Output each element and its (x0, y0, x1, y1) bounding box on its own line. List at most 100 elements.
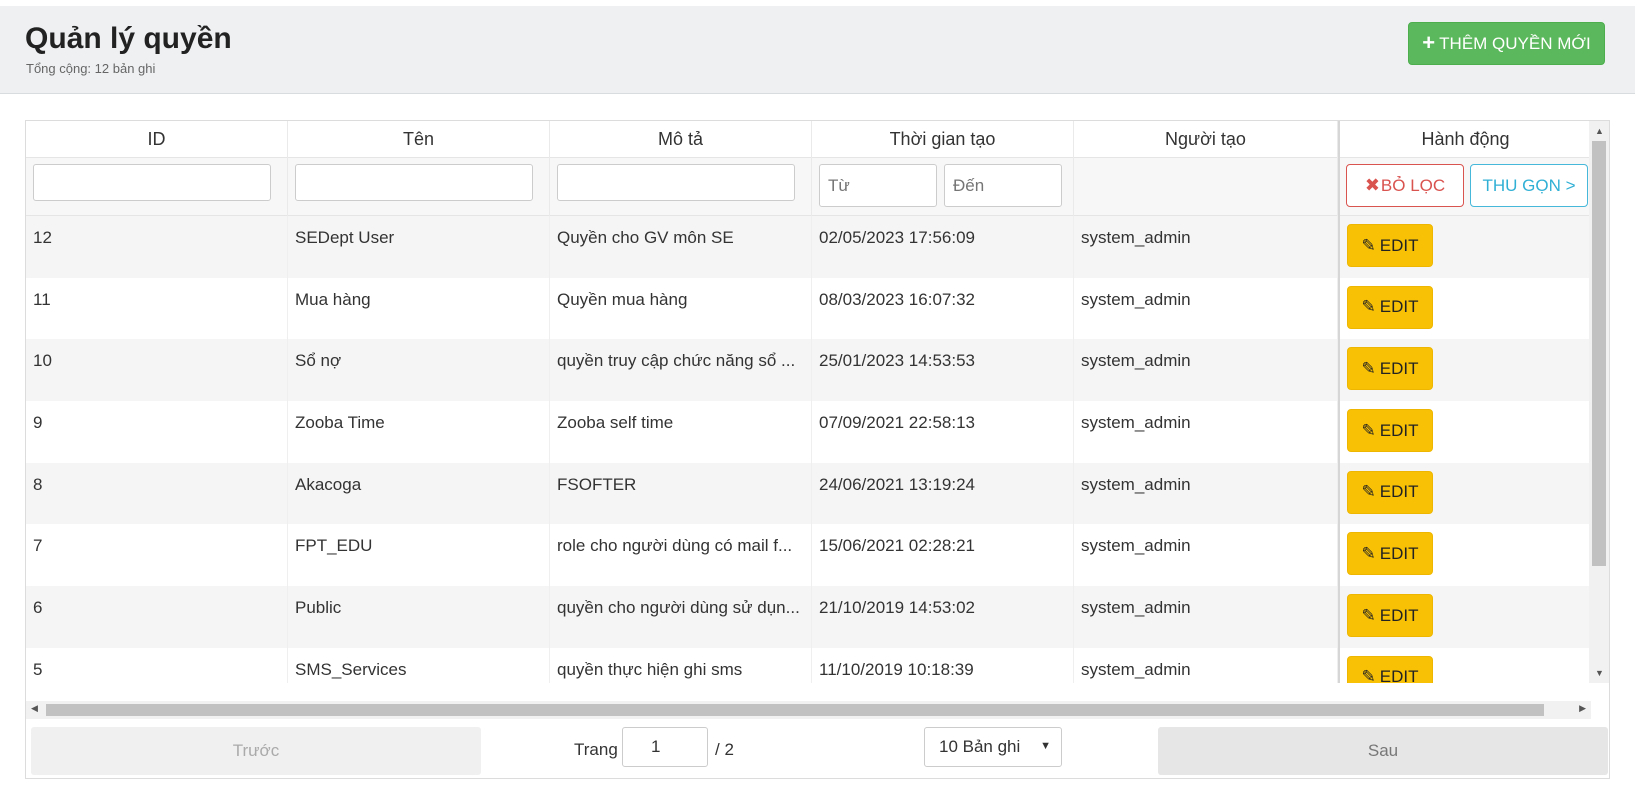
total-pages: / 2 (715, 740, 734, 759)
edit-button[interactable]: ✎ EDIT (1347, 347, 1433, 391)
edit-label: EDIT (1379, 358, 1419, 378)
cell-id: 6 (26, 586, 288, 648)
table-row: 8 Akacoga FSOFTER 24/06/2021 13:19:24 sy… (26, 462, 1591, 525)
collapse-button[interactable]: THU GỌN > (1470, 164, 1588, 207)
pencil-icon: ✎ (1361, 420, 1376, 440)
pencil-icon: ✎ (1361, 482, 1376, 502)
table-row: 9 Zooba Time Zooba self time 07/09/2021 … (26, 401, 1591, 463)
filter-name-input[interactable] (295, 164, 533, 201)
cell-created-time: 21/10/2019 14:53:02 (812, 586, 1074, 648)
edit-button[interactable]: ✎ EDIT (1347, 224, 1433, 267)
cell-description: Quyền cho GV môn SE (550, 216, 812, 278)
cell-created-time: 24/06/2021 13:19:24 (812, 462, 1074, 525)
horizontal-scrollbar[interactable]: ◀ ▶ (26, 701, 1591, 719)
cell-creator: system_admin (1074, 647, 1338, 683)
plus-icon: + (1422, 29, 1436, 55)
cell-created-time: 08/03/2023 16:07:32 (812, 277, 1074, 340)
add-permission-button[interactable]: + THÊM QUYỀN MỚI (1408, 22, 1605, 65)
edit-button[interactable]: ✎ EDIT (1347, 470, 1433, 514)
filter-row: ✖ BỎ LỌC THU GỌN > (26, 158, 1591, 216)
edit-button[interactable]: ✎ EDIT (1347, 655, 1433, 683)
pencil-icon: ✎ (1361, 297, 1376, 317)
permissions-table: ID Tên Mô tả Thời gian tạo Người tạo Hàn… (25, 120, 1610, 779)
cell-actions: ✎ EDIT (1338, 277, 1591, 340)
scroll-up-icon[interactable]: ▲ (1595, 126, 1604, 136)
cell-created-time: 02/05/2023 17:56:09 (812, 216, 1074, 278)
page-label: Trang (574, 740, 618, 759)
column-header-actions: Hành động (1338, 121, 1591, 158)
previous-page-button[interactable]: Trước (31, 727, 481, 775)
cell-actions: ✎ EDIT (1338, 647, 1591, 683)
filter-cell-time (812, 158, 1074, 216)
pencil-icon: ✎ (1361, 667, 1376, 683)
edit-label: EDIT (1379, 667, 1419, 683)
chevron-down-icon: ▼ (1040, 740, 1051, 752)
edit-button[interactable]: ✎ EDIT (1347, 409, 1433, 453)
pencil-icon: ✎ (1361, 358, 1376, 378)
page-size-value: 10 Bản ghi (939, 737, 1021, 756)
cell-creator: system_admin (1074, 216, 1338, 278)
cell-name: Zooba Time (288, 401, 550, 463)
cell-description: Zooba self time (550, 401, 812, 463)
cell-creator: system_admin (1074, 277, 1338, 340)
column-header-name[interactable]: Tên (288, 121, 550, 158)
page-title: Quản lý quyền (25, 22, 232, 55)
cell-id: 8 (26, 462, 288, 525)
cell-actions: ✎ EDIT (1338, 524, 1591, 587)
cell-created-time: 25/01/2023 14:53:53 (812, 339, 1074, 402)
cell-id: 5 (26, 647, 288, 683)
cell-creator: system_admin (1074, 524, 1338, 587)
cell-created-time: 15/06/2021 02:28:21 (812, 524, 1074, 587)
filter-id-input[interactable] (33, 164, 271, 201)
pencil-icon: ✎ (1361, 605, 1376, 625)
cell-id: 12 (26, 216, 288, 278)
column-header-id[interactable]: ID (26, 121, 288, 158)
vertical-scrollbar[interactable]: ▲ ▼ (1589, 121, 1609, 683)
cell-description: FSOFTER (550, 462, 812, 525)
cell-id: 10 (26, 339, 288, 402)
cell-created-time: 11/10/2019 10:18:39 (812, 647, 1074, 683)
column-header-description[interactable]: Mô tả (550, 121, 812, 158)
cell-description: role cho người dùng có mail f... (550, 524, 812, 587)
scroll-left-icon[interactable]: ◀ (31, 703, 38, 714)
filter-time-from-input[interactable] (819, 164, 937, 207)
pagination: Trước Trang 1 / 2 10 Bản ghi ▼ Sau (26, 722, 1609, 778)
table-row: 6 Public quyền cho người dùng sử dụn... … (26, 586, 1591, 648)
edit-label: EDIT (1379, 605, 1419, 625)
filter-description-input[interactable] (557, 164, 795, 201)
page-size-select[interactable]: 10 Bản ghi ▼ (924, 727, 1062, 767)
table-row: 11 Mua hàng Quyền mua hàng 08/03/2023 16… (26, 277, 1591, 340)
edit-button[interactable]: ✎ EDIT (1347, 532, 1433, 576)
filter-cell-actions: ✖ BỎ LỌC THU GỌN > (1338, 158, 1591, 216)
scroll-down-icon[interactable]: ▼ (1595, 668, 1604, 678)
filter-cell-description (550, 158, 812, 216)
add-permission-label: THÊM QUYỀN MỚI (1439, 33, 1591, 53)
cell-creator: system_admin (1074, 339, 1338, 402)
edit-button[interactable]: ✎ EDIT (1347, 594, 1433, 638)
edit-button[interactable]: ✎ EDIT (1347, 285, 1433, 329)
horizontal-scroll-thumb[interactable] (46, 704, 1544, 716)
cell-actions: ✎ EDIT (1338, 462, 1591, 525)
edit-label: EDIT (1379, 297, 1419, 317)
clear-filter-button[interactable]: ✖ BỎ LỌC (1346, 164, 1464, 207)
filter-time-to-input[interactable] (944, 164, 1062, 207)
column-header-created-time[interactable]: Thời gian tạo (812, 121, 1074, 158)
cell-id: 9 (26, 401, 288, 463)
cell-description: quyền cho người dùng sử dụn... (550, 586, 812, 648)
column-header-creator[interactable]: Người tạo (1074, 121, 1338, 158)
table-row: 10 Sổ nợ quyền truy cập chức năng sổ ...… (26, 339, 1591, 402)
cell-name: Mua hàng (288, 277, 550, 340)
scroll-right-icon[interactable]: ▶ (1579, 703, 1586, 714)
next-page-button[interactable]: Sau (1158, 727, 1608, 775)
edit-label: EDIT (1379, 420, 1419, 440)
filter-cell-id (26, 158, 288, 216)
cell-creator: system_admin (1074, 586, 1338, 648)
cell-name: Sổ nợ (288, 339, 550, 402)
vertical-scroll-thumb[interactable] (1592, 141, 1606, 566)
table-body: 12 SEDept User Quyền cho GV môn SE 02/05… (26, 216, 1591, 683)
page-number-input[interactable]: 1 (622, 727, 708, 767)
pencil-icon: ✎ (1361, 543, 1376, 563)
table-header: ID Tên Mô tả Thời gian tạo Người tạo Hàn… (26, 121, 1591, 158)
edit-label: EDIT (1379, 482, 1419, 502)
cell-actions: ✎ EDIT (1338, 401, 1591, 463)
